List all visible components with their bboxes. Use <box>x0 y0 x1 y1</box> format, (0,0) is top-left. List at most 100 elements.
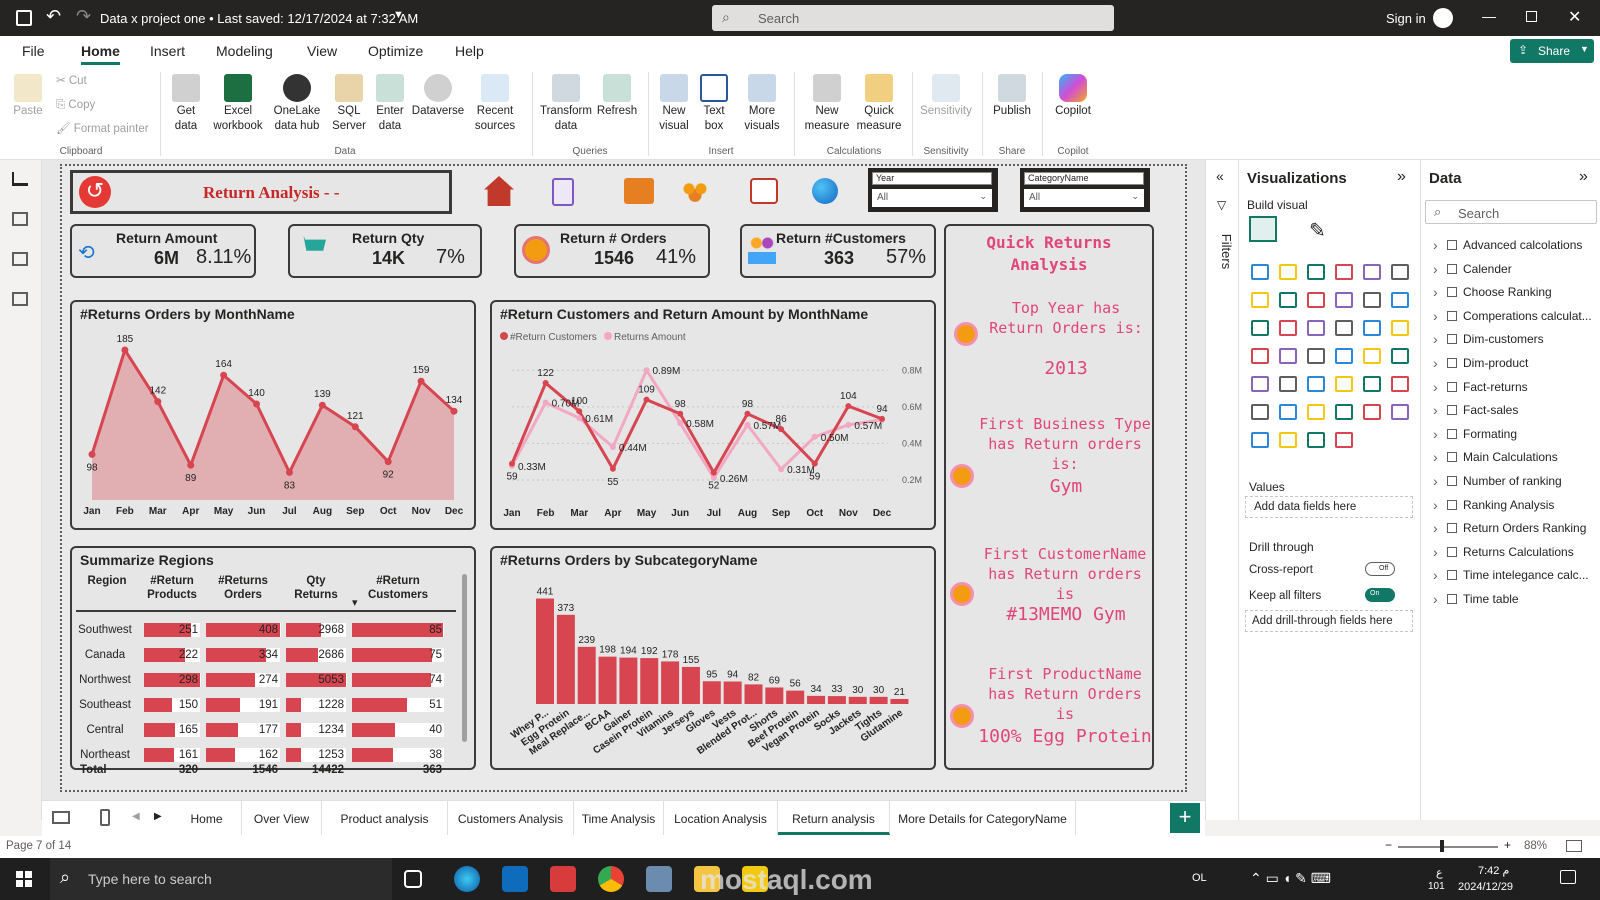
visual-type-icon[interactable] <box>1251 320 1269 336</box>
keep-filters-toggle[interactable]: On <box>1365 588 1395 602</box>
visual-type-icon[interactable] <box>1307 348 1325 364</box>
visual-type-icon[interactable] <box>1307 320 1325 336</box>
menu-help[interactable]: Help <box>455 43 484 59</box>
visual-type-icon[interactable] <box>1391 292 1409 308</box>
data-table-item[interactable]: › Time intelegance calc... <box>1421 566 1600 586</box>
avatar-icon[interactable] <box>1433 8 1453 28</box>
page-tab[interactable]: Time Analysis <box>574 801 664 835</box>
data-table-item[interactable]: › Returns Calculations <box>1421 543 1600 563</box>
table-view-icon[interactable] <box>12 212 28 226</box>
menu-home[interactable]: Home <box>81 43 120 59</box>
filters-pane-collapsed[interactable]: « ▽ Filters <box>1205 160 1238 820</box>
visual-type-icon[interactable] <box>1251 404 1269 420</box>
excel-workbook-button[interactable]: Excel workbook <box>210 74 266 134</box>
category-slicer[interactable]: CategoryName All ⌄ <box>1020 168 1150 212</box>
page-tab[interactable]: Product analysis <box>322 801 448 835</box>
zoom-in-icon[interactable]: + <box>1504 838 1511 852</box>
menu-file[interactable]: File <box>22 43 45 59</box>
visual-type-icon[interactable] <box>1279 348 1297 364</box>
visual-type-icon[interactable] <box>1307 432 1325 448</box>
visual-type-icon[interactable] <box>1391 404 1409 420</box>
data-table-item[interactable]: › Dim-customers <box>1421 330 1600 350</box>
app-icon[interactable] <box>646 866 672 892</box>
summarize-regions-table[interactable]: Summarize Regions Region #Return Products… <box>70 546 476 776</box>
taskbar-search[interactable]: ⌕ Type here to search <box>50 858 392 900</box>
column-header[interactable]: #Return Products <box>142 574 202 602</box>
chevron-right-icon[interactable]: › <box>1433 426 1438 442</box>
recent-sources-button[interactable]: Recent sources <box>470 74 520 134</box>
data-table-item[interactable]: › Formating <box>1421 425 1600 445</box>
windows-start-icon[interactable] <box>16 871 32 887</box>
gift-app-icon[interactable] <box>550 866 576 892</box>
expand-icon[interactable]: » <box>1579 168 1588 186</box>
zoom-out-icon[interactable]: − <box>1385 838 1392 852</box>
chevron-right-icon[interactable]: › <box>1433 355 1438 371</box>
data-table-item[interactable]: › Dim-product <box>1421 354 1600 374</box>
file-explorer-icon[interactable] <box>694 866 720 892</box>
kpi-card-return-customers[interactable]: Return #Customers 363 57% <box>740 224 936 278</box>
publish-button[interactable]: Publish <box>990 74 1034 119</box>
report-view-icon[interactable] <box>12 172 28 186</box>
visual-type-icon[interactable] <box>1279 404 1297 420</box>
menu-view[interactable]: View <box>307 43 337 59</box>
table-row[interactable]: Southwest 251 408 2968 85 <box>76 620 456 642</box>
menu-insert[interactable]: Insert <box>150 43 185 59</box>
notifications-icon[interactable] <box>1560 870 1576 884</box>
data-table-item[interactable]: › Time table <box>1421 590 1600 610</box>
onelake-button[interactable]: OneLake data hub <box>268 74 326 134</box>
visual-type-icon[interactable] <box>1335 404 1353 420</box>
chevron-right-icon[interactable]: › <box>1433 379 1438 395</box>
data-table-item[interactable]: › Ranking Analysis <box>1421 496 1600 516</box>
search-box[interactable]: ⌕ Search <box>712 5 1114 31</box>
visual-type-icon[interactable] <box>1391 348 1409 364</box>
chevron-down-icon[interactable]: ▼ <box>393 9 404 21</box>
data-table-item[interactable]: › Return Orders Ranking <box>1421 519 1600 539</box>
table-row[interactable]: Canada 222 334 2686 75 <box>76 645 456 667</box>
visual-type-icon[interactable] <box>1363 376 1381 392</box>
data-table-item[interactable]: › Fact-sales <box>1421 401 1600 421</box>
visual-type-icon[interactable] <box>1335 432 1353 448</box>
menu-optimize[interactable]: Optimize <box>368 43 423 59</box>
visual-type-icon[interactable] <box>1335 348 1353 364</box>
page-tab[interactable]: Location Analysis <box>664 801 778 835</box>
data-table-item[interactable]: › Comperations calculat... <box>1421 307 1600 327</box>
new-visual-button[interactable]: New visual <box>656 74 692 134</box>
chevron-right-icon[interactable]: › <box>1433 520 1438 536</box>
chevron-right-icon[interactable]: › <box>1433 331 1438 347</box>
collapse-left-icon[interactable]: « <box>1216 168 1224 184</box>
visual-type-icon[interactable] <box>1391 264 1409 280</box>
data-table-item[interactable]: › Main Calculations <box>1421 448 1600 468</box>
back-button[interactable]: ↺ <box>79 176 111 208</box>
mail-icon[interactable] <box>502 866 528 892</box>
desktop-view-icon[interactable] <box>52 811 70 824</box>
visual-type-icon[interactable] <box>1251 348 1269 364</box>
chevron-right-icon[interactable]: › <box>1433 544 1438 560</box>
data-search-input[interactable]: ⌕ Search <box>1425 200 1597 224</box>
cross-report-toggle[interactable]: Off <box>1365 562 1395 576</box>
dax-query-view-icon[interactable] <box>12 292 28 306</box>
table-row[interactable]: Northwest 298 274 5053 74 <box>76 670 456 692</box>
customers-icon[interactable] <box>680 180 710 202</box>
visual-type-icon[interactable] <box>1391 376 1409 392</box>
visual-type-icon[interactable] <box>1279 432 1297 448</box>
visual-type-icon[interactable] <box>1251 264 1269 280</box>
page-tab[interactable]: More Details for CategoryName <box>890 801 1076 835</box>
chevron-right-icon[interactable]: › <box>1433 567 1438 583</box>
globe-icon[interactable] <box>812 178 838 204</box>
save-icon[interactable] <box>16 10 32 26</box>
expand-icon[interactable]: » <box>1397 168 1406 186</box>
visual-type-icon[interactable] <box>1279 376 1297 392</box>
visual-type-icon[interactable] <box>1335 292 1353 308</box>
refresh-button[interactable]: Refresh <box>596 74 638 119</box>
dataverse-button[interactable]: Dataverse <box>410 74 466 119</box>
data-table-item[interactable]: › Fact-returns <box>1421 378 1600 398</box>
table-scrollbar[interactable] <box>462 574 467 742</box>
chevron-right-icon[interactable]: › <box>1433 261 1438 277</box>
chrome-icon[interactable] <box>598 866 624 892</box>
column-header[interactable]: Qty Returns <box>284 574 348 602</box>
add-drill-through-well[interactable]: Add drill-through fields here <box>1245 610 1413 632</box>
table-row[interactable]: Central 165 177 1234 40 <box>76 720 456 742</box>
sort-desc-icon[interactable]: ▾ <box>352 596 358 609</box>
visual-type-icon[interactable] <box>1307 292 1325 308</box>
task-view-icon[interactable] <box>404 870 422 888</box>
